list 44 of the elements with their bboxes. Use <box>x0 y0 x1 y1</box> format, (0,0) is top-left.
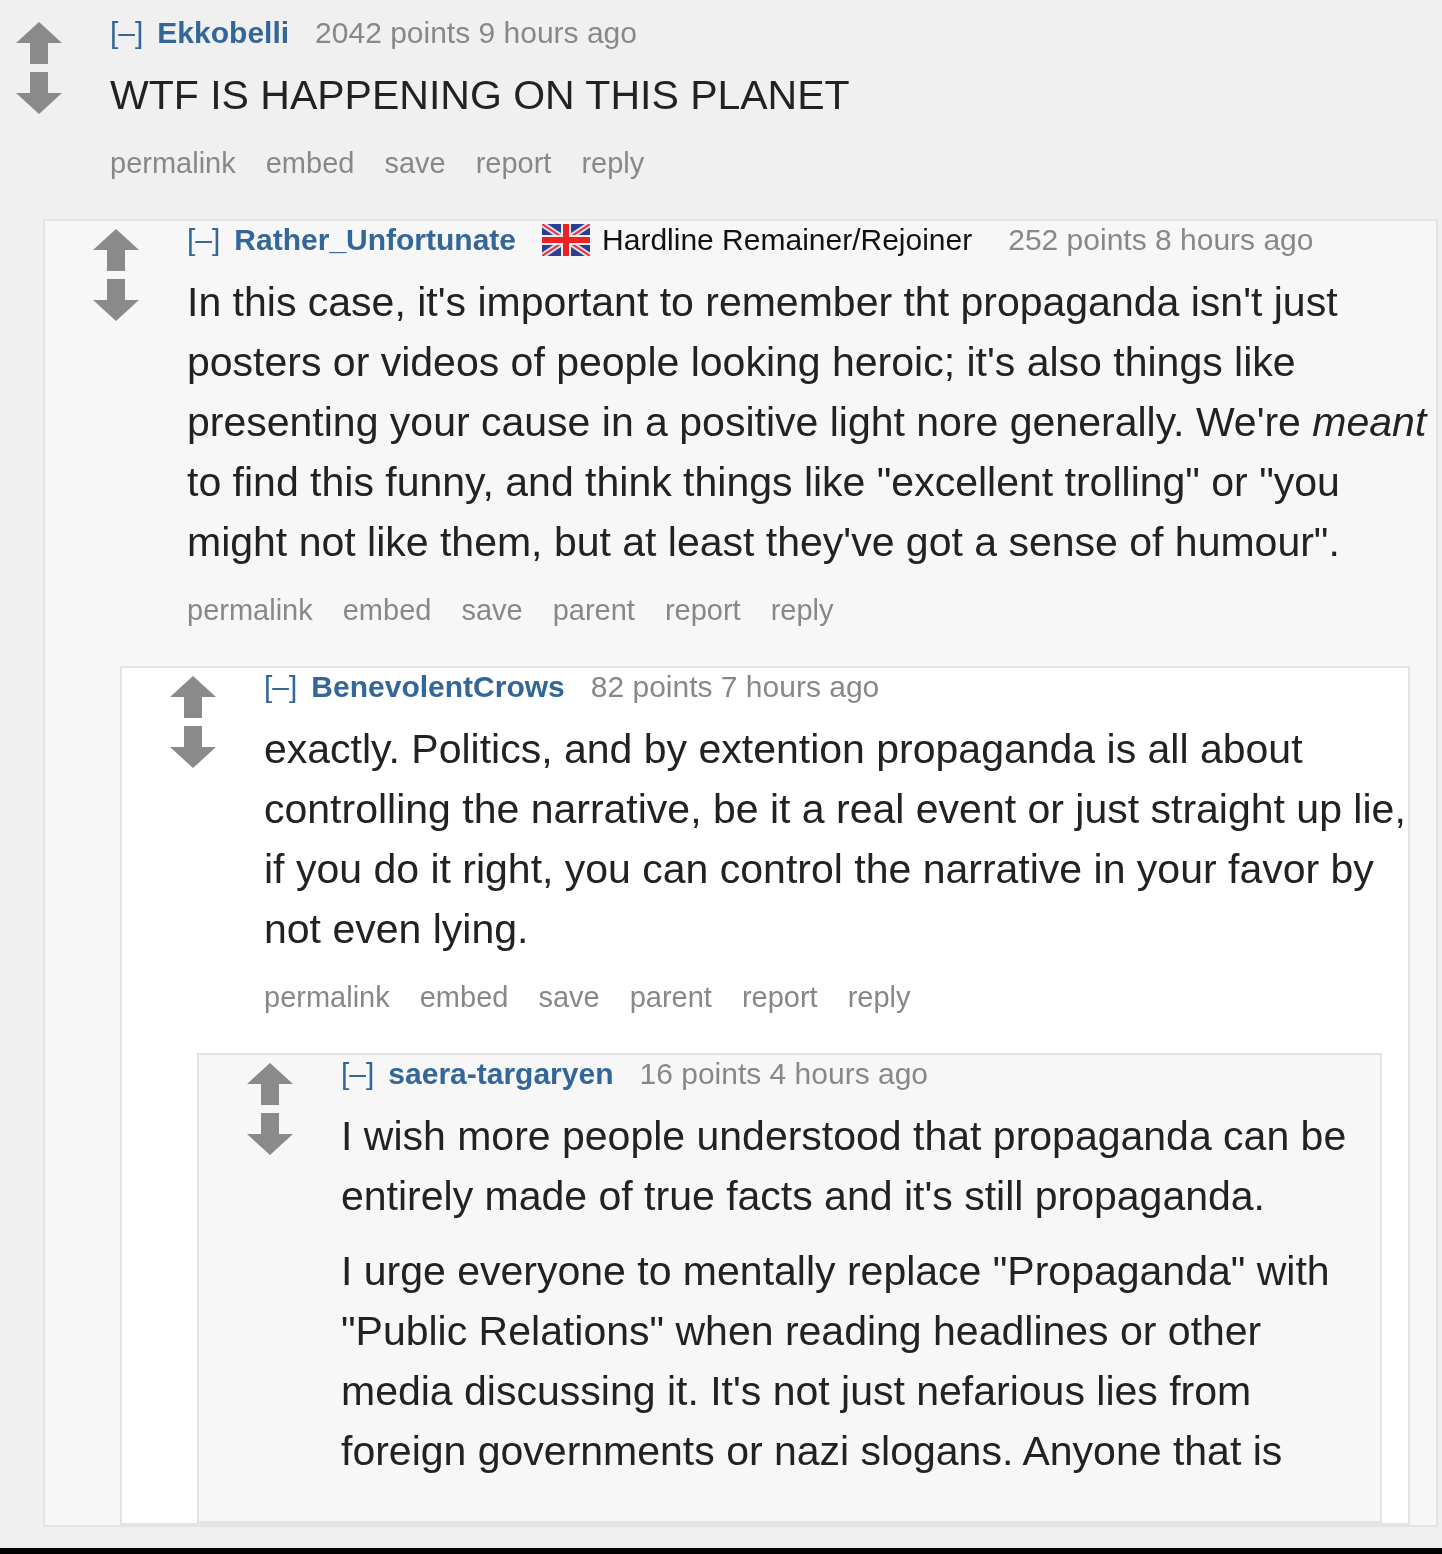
action-link[interactable]: embed <box>265 145 355 181</box>
user-flair: Hardline Remainer/Rejoiner <box>602 222 973 258</box>
downvote-icon[interactable] <box>93 279 139 321</box>
collapse-toggle[interactable]: [–] <box>187 222 221 258</box>
username-link[interactable]: Ekkobelli <box>157 15 290 51</box>
downvote-icon[interactable] <box>247 1113 293 1155</box>
action-link[interactable]: parent <box>629 979 712 1015</box>
comment-text: exactly. Politics, and by extention propaganda is all about controlling the narrative, be it a real event or just straight up lie, if you do it right, you can control the narrative in your favor by not even lying. <box>264 725 1407 954</box>
comment-text: WTF IS HAPPENING ON THIS PLANET <box>110 71 851 120</box>
action-link[interactable]: report <box>475 145 552 181</box>
action-link[interactable]: permalink <box>110 145 236 181</box>
action-link[interactable]: reply <box>847 979 911 1015</box>
action-link[interactable]: reply <box>770 592 834 628</box>
action-link[interactable]: report <box>664 592 741 628</box>
comment-meta: 16 points 4 hours ago <box>639 1056 929 1092</box>
action-link[interactable]: permalink <box>264 979 390 1015</box>
comment-text: I urge everyone to mentally replace "Propaganda" with "Public Relations" when reading headlines or other media discussing it. It's not just nefarious lies from foreign governments or nazi slogans. Anyone that is <box>341 1247 1331 1476</box>
comment-meta: 252 points 8 hours ago <box>1008 222 1314 258</box>
username-link[interactable]: saera-targaryen <box>388 1056 614 1092</box>
flag-icon <box>542 224 591 256</box>
action-link[interactable]: save <box>384 145 446 181</box>
action-link[interactable]: embed <box>419 979 509 1015</box>
collapse-toggle[interactable]: [–] <box>110 15 144 51</box>
upvote-icon[interactable] <box>247 1063 293 1105</box>
action-link[interactable]: save <box>461 592 523 628</box>
upvote-icon[interactable] <box>170 676 216 718</box>
action-link[interactable]: parent <box>552 592 635 628</box>
downvote-icon[interactable] <box>16 72 62 114</box>
action-link[interactable]: save <box>538 979 600 1015</box>
action-link[interactable]: report <box>741 979 818 1015</box>
username-link[interactable]: BenevolentCrows <box>311 669 565 705</box>
username-link[interactable]: Rather_Unfortunate <box>234 222 517 258</box>
comment-text: I wish more people understood that propaganda can be entirely made of true facts and it's still propaganda. <box>341 1112 1348 1221</box>
action-link[interactable]: permalink <box>187 592 313 628</box>
upvote-icon[interactable] <box>16 22 62 64</box>
comment-meta: 82 points 7 hours ago <box>590 669 880 705</box>
upvote-icon[interactable] <box>93 229 139 271</box>
collapse-toggle[interactable]: [–] <box>341 1056 375 1092</box>
downvote-icon[interactable] <box>170 726 216 768</box>
collapse-toggle[interactable]: [–] <box>264 669 298 705</box>
action-link[interactable]: embed <box>342 592 432 628</box>
action-link[interactable]: reply <box>581 145 645 181</box>
comment-text: In this case, it's important to remember tht propaganda isn't just posters or videos of people looking heroic; it's also things like presenting your cause in a positive light nore generally. We're meant to find this funny, and think things like "excellent trolling" or "you might not like them, but at least they've got a sense of humour". <box>187 278 1429 567</box>
comment-meta: 2042 points 9 hours ago <box>315 15 637 51</box>
